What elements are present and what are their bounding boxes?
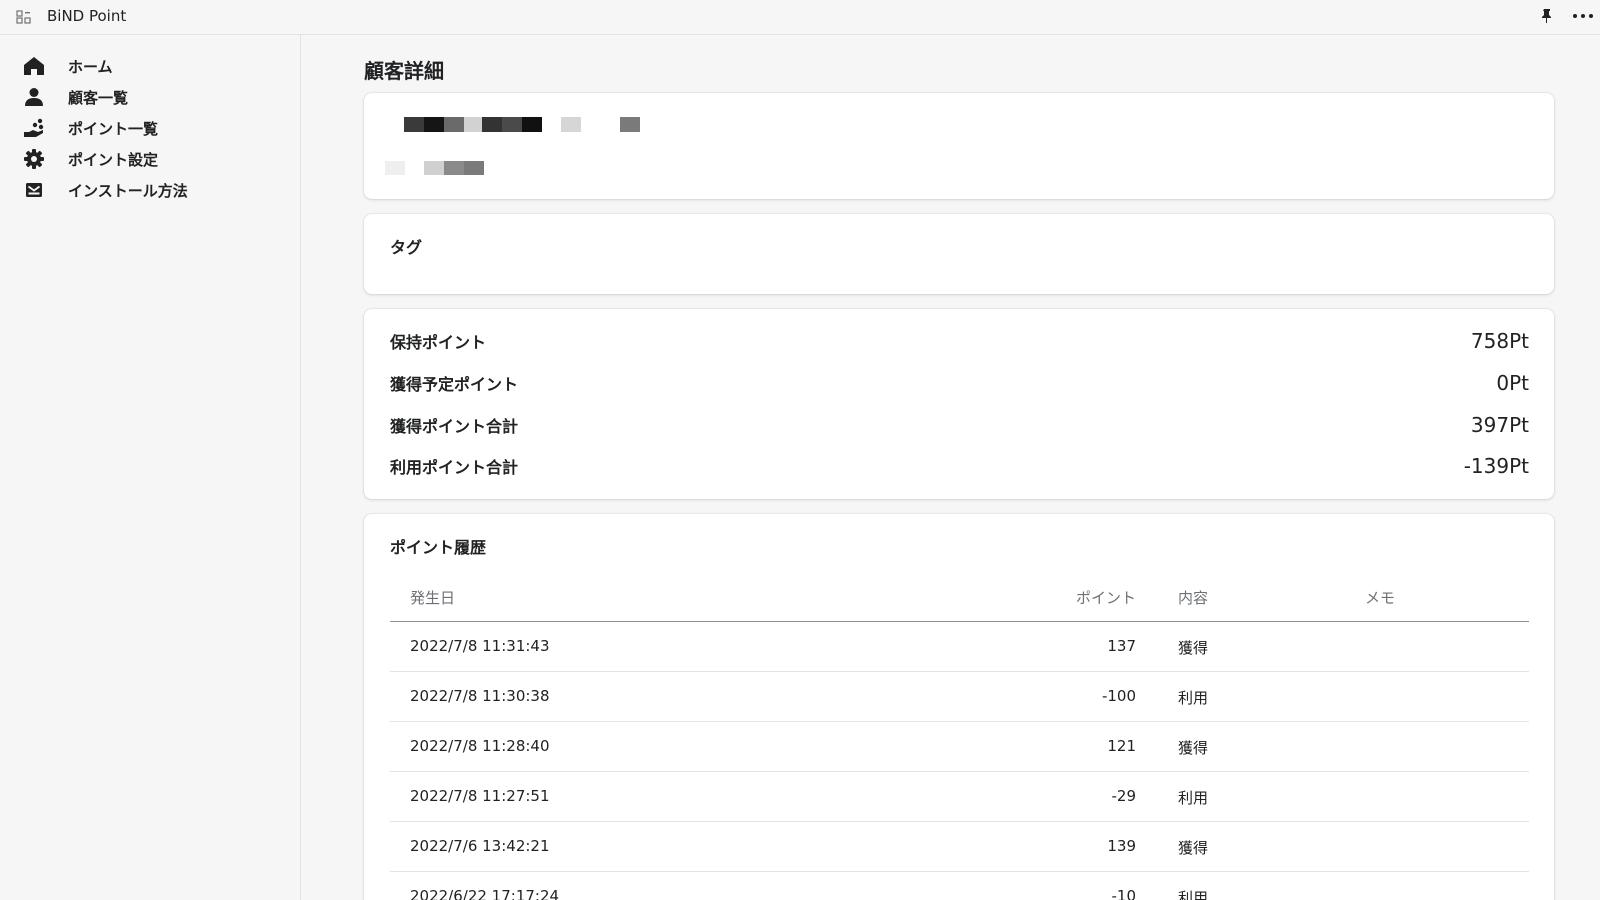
table-header: 発生日 ポイント 内容 メモ [390, 572, 1529, 622]
cell-content: 利用 [1178, 889, 1209, 900]
cell-content: 利用 [1178, 689, 1209, 707]
main-content: 顧客詳細 タグ 保持ポイント 758Pt 獲得予定ポイント 0Pt 獲得ポイント… [302, 35, 1600, 900]
table-row[interactable]: 2022/6/22 17:17:24 -10 利用 [390, 872, 1529, 900]
sidebar-item-point-settings[interactable]: ポイント設定 [0, 144, 300, 174]
cell-points: -100 [1101, 687, 1136, 705]
table-row[interactable]: 2022/7/8 11:27:51 -29 利用 [390, 772, 1529, 822]
cell-content: 獲得 [1178, 639, 1209, 657]
sidebar-item-label: 顧客一覧 [68, 89, 129, 107]
column-header-points[interactable]: ポイント [1076, 587, 1136, 608]
cell-date: 2022/7/8 11:31:43 [410, 637, 550, 655]
held-points-value: 758Pt [1470, 329, 1529, 353]
column-header-content[interactable]: 内容 [1178, 587, 1208, 608]
table-row[interactable]: 2022/7/6 13:42:21 139 獲得 [390, 822, 1529, 872]
earned-points-total-value: 397Pt [1470, 413, 1529, 437]
earned-points-total-label: 獲得ポイント合計 [390, 417, 519, 436]
table-row[interactable]: 2022/7/8 11:28:40 121 獲得 [390, 722, 1529, 772]
sidebar-item-label: インストール方法 [68, 182, 188, 200]
cell-points: -10 [1111, 887, 1137, 900]
cell-date: 2022/7/6 13:42:21 [410, 837, 550, 855]
sidebar: ホーム 顧客一覧 ポイント一覧 ポイント設定 インストール方法 [0, 35, 301, 900]
sidebar-item-label: ポイント一覧 [68, 120, 159, 138]
cell-points: -29 [1111, 787, 1137, 805]
more-icon[interactable] [1572, 7, 1594, 25]
sidebar-item-label: ホーム [68, 58, 113, 76]
cell-content: 利用 [1178, 789, 1209, 807]
customer-info-card [364, 93, 1554, 199]
mail-icon [26, 183, 42, 197]
scheduled-points-label: 獲得予定ポイント [390, 375, 519, 394]
title-bar: BiND Point [0, 0, 1600, 35]
column-header-date[interactable]: 発生日 [410, 587, 455, 608]
cell-points: 139 [1107, 837, 1136, 855]
point-history-table: 発生日 ポイント 内容 メモ 2022/7/8 11:31:43 137 獲得 … [390, 572, 1529, 900]
held-points-label: 保持ポイント [390, 333, 487, 352]
held-points-row: 保持ポイント 758Pt [390, 327, 1529, 357]
used-points-total-row: 利用ポイント合計 -139Pt [390, 452, 1529, 482]
tag-card: タグ [364, 214, 1554, 294]
used-points-total-value: -139Pt [1463, 454, 1529, 478]
point-history-title: ポイント履歴 [390, 538, 487, 557]
app-title: BiND Point [47, 7, 127, 25]
home-icon [24, 57, 44, 75]
gear-icon [24, 149, 44, 169]
cell-date: 2022/7/8 11:28:40 [410, 737, 550, 755]
point-history-card: ポイント履歴 発生日 ポイント 内容 メモ 2022/7/8 11:31:43 … [364, 514, 1554, 900]
sidebar-item-points[interactable]: ポイント一覧 [0, 113, 300, 143]
sidebar-item-home[interactable]: ホーム [0, 51, 300, 81]
pin-icon[interactable] [1538, 7, 1556, 25]
column-header-memo[interactable]: メモ [1365, 587, 1395, 608]
cell-date: 2022/7/8 11:27:51 [410, 787, 550, 805]
scheduled-points-value: 0Pt [1496, 371, 1529, 395]
cell-date: 2022/7/8 11:30:38 [410, 687, 550, 705]
earned-points-total-row: 獲得ポイント合計 397Pt [390, 411, 1529, 441]
cell-points: 137 [1107, 637, 1136, 655]
cell-date: 2022/6/22 17:17:24 [410, 887, 560, 900]
person-icon [25, 88, 43, 106]
points-summary-card: 保持ポイント 758Pt 獲得予定ポイント 0Pt 獲得ポイント合計 397Pt… [364, 309, 1554, 499]
sidebar-item-customers[interactable]: 顧客一覧 [0, 82, 300, 112]
table-row[interactable]: 2022/7/8 11:30:38 -100 利用 [390, 672, 1529, 722]
sidebar-item-install[interactable]: インストール方法 [0, 175, 300, 205]
cell-content: 獲得 [1178, 839, 1209, 857]
scheduled-points-row: 獲得予定ポイント 0Pt [390, 369, 1529, 399]
sidebar-item-label: ポイント設定 [68, 151, 159, 169]
cell-points: 121 [1107, 737, 1136, 755]
page-title: 顧客詳細 [364, 59, 444, 83]
cell-content: 獲得 [1178, 739, 1209, 757]
coins-icon [24, 118, 44, 137]
tag-card-title: タグ [390, 238, 423, 257]
table-row[interactable]: 2022/7/8 11:31:43 137 獲得 [390, 622, 1529, 672]
apps-icon [16, 10, 31, 24]
used-points-total-label: 利用ポイント合計 [390, 458, 519, 477]
